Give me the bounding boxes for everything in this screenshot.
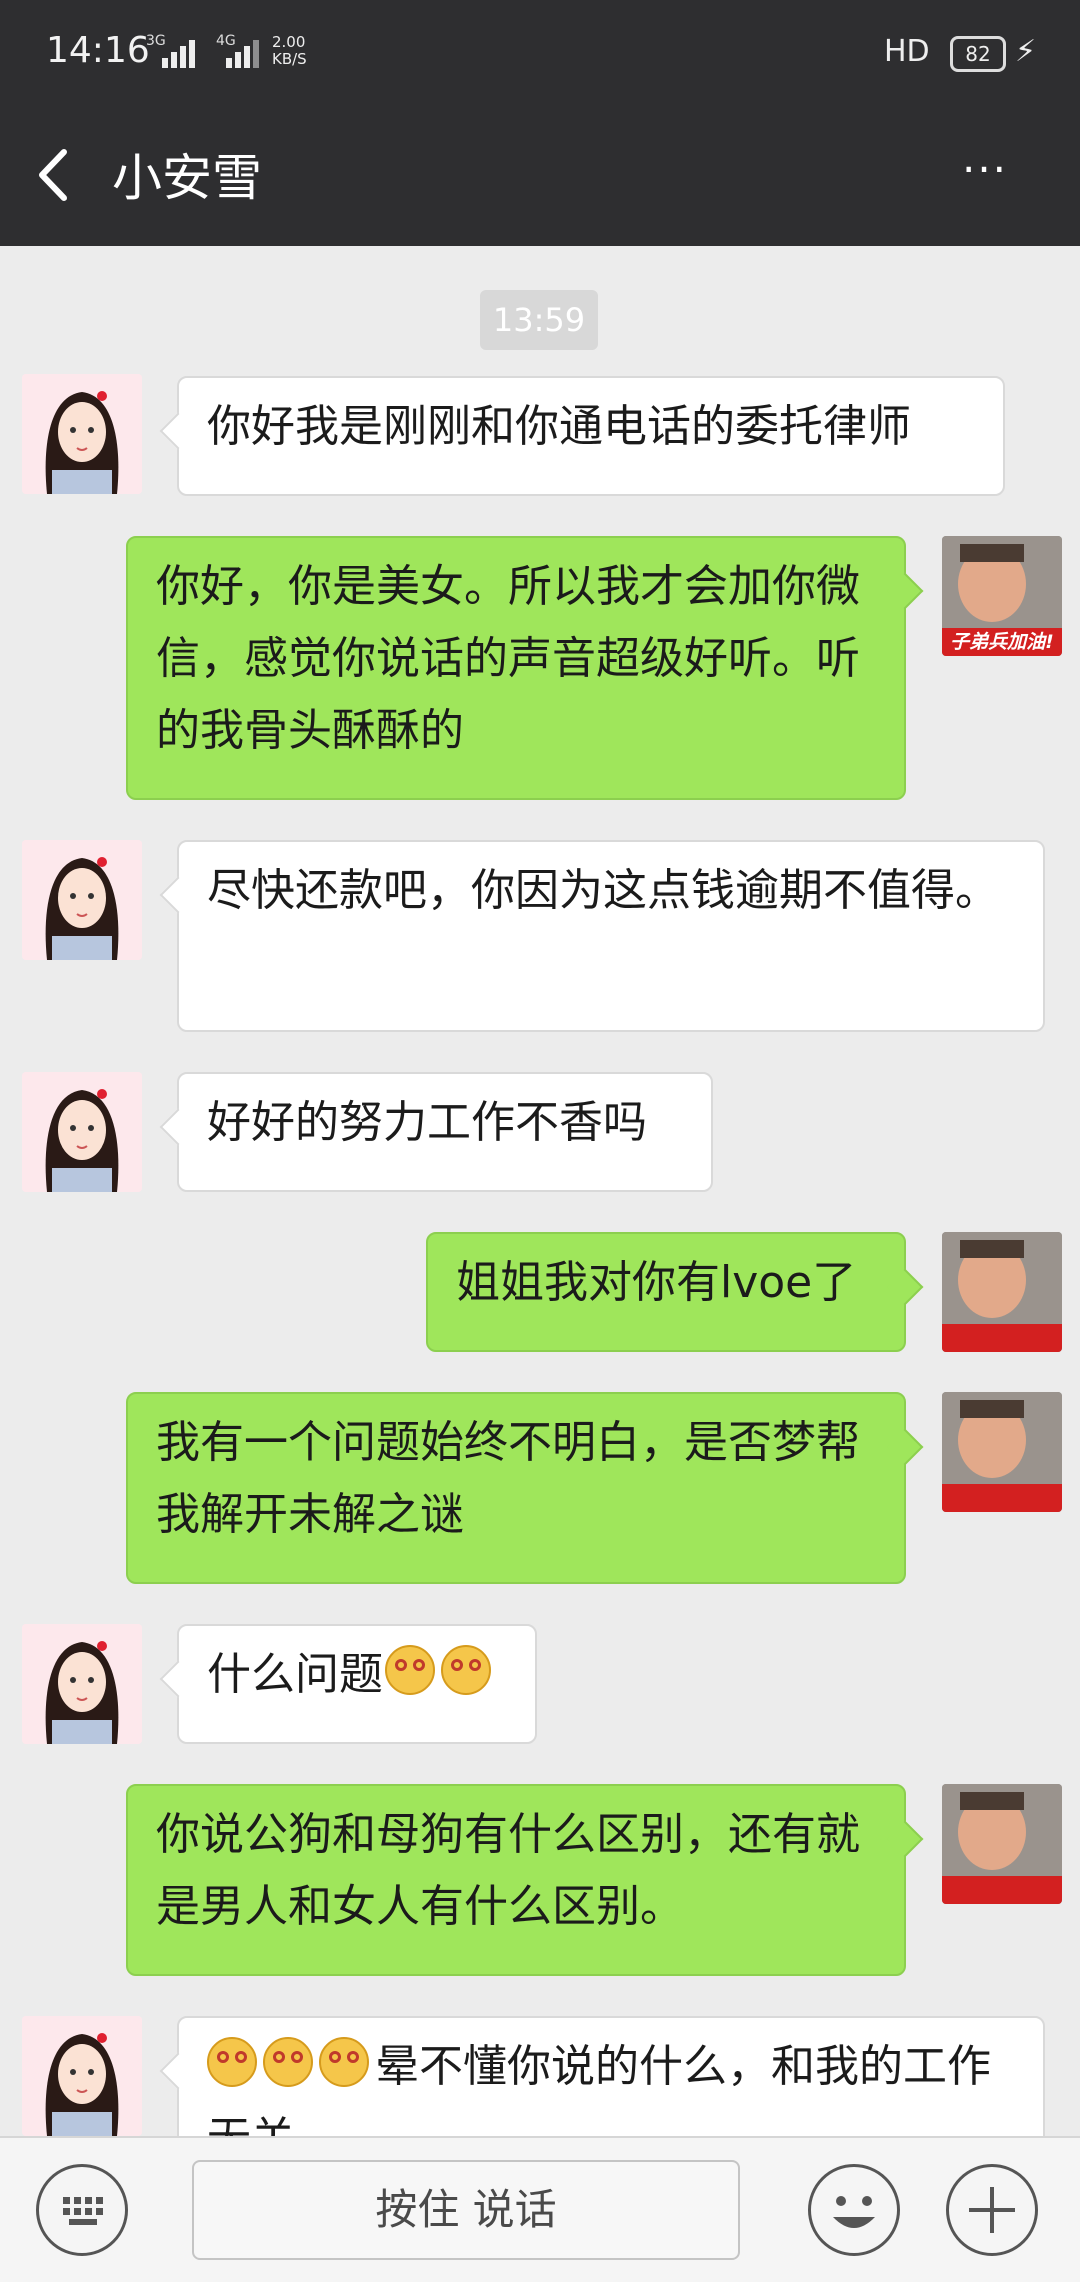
back-arrow-icon	[39, 149, 67, 201]
contact-avatar[interactable]	[22, 374, 142, 494]
network-speed-unit: KB/S	[272, 50, 307, 68]
user-avatar-icon	[942, 1232, 1062, 1352]
my-avatar[interactable]	[942, 1392, 1062, 1512]
contact-avatar[interactable]	[22, 2016, 142, 2136]
top-bar: 14:16 3G 4G 2.00 KB/S HD 82 ⚡ 小安雪 ···	[0, 0, 1080, 246]
message-text: 尽快还款吧，你因为这点钱逾期不值得。	[207, 865, 999, 916]
message-text: 好好的努力工作不香吗	[207, 1097, 647, 1148]
girl-avatar-icon	[22, 2016, 142, 2136]
status-time: 14:16	[46, 30, 150, 71]
signal-bars-icon	[162, 36, 202, 68]
battery-icon: 82	[950, 36, 1006, 72]
message-text: 你好，你是美女。所以我才会加你微信，感觉你说话的声音超级好听。听的我骨头酥酥的	[156, 561, 860, 756]
user-avatar-icon	[942, 1784, 1062, 1904]
title-bar: 小安雪 ···	[0, 110, 1080, 246]
my-avatar[interactable]	[942, 1784, 1062, 1904]
plus-icon	[969, 2187, 1015, 2233]
message-bubble[interactable]: 尽快还款吧，你因为这点钱逾期不值得。	[177, 840, 1045, 1032]
message-bubble[interactable]: 姐姐我对你有lvoe了	[426, 1232, 906, 1352]
message-bubble[interactable]: 你说公狗和母狗有什么区别，还有就是男人和女人有什么区别。	[126, 1784, 906, 1976]
girl-avatar-icon	[22, 1624, 142, 1744]
message-bubble[interactable]: 你好，你是美女。所以我才会加你微信，感觉你说话的声音超级好听。听的我骨头酥酥的	[126, 536, 906, 800]
message-text: 什么问题	[207, 1649, 383, 1700]
dizzy-emoji-icon	[207, 2037, 257, 2087]
message-bubble[interactable]: 晕不懂你说的什么，和我的工作无关	[177, 2016, 1045, 2136]
contact-avatar[interactable]	[22, 840, 142, 960]
message-bubble[interactable]: 你好我是刚刚和你通电话的委托律师	[177, 376, 1005, 496]
dizzy-emoji-icon	[263, 2037, 313, 2087]
message-text: 你说公狗和母狗有什么区别，还有就是男人和女人有什么区别。	[156, 1809, 860, 1932]
network-speed: 2.00 KB/S	[272, 34, 307, 68]
user-avatar-icon	[942, 1392, 1062, 1512]
charging-icon: ⚡	[1015, 34, 1037, 69]
girl-avatar-icon	[22, 840, 142, 960]
message-bubble[interactable]: 什么问题	[177, 1624, 537, 1744]
more-options-button[interactable]: ···	[950, 140, 1020, 210]
chat-area[interactable]: 13:59 你好我是刚刚和你通电话的委托律师 子弟兵加油! 你好，你是美女。所以…	[0, 246, 1080, 2136]
my-avatar-caption: 子弟兵加油!	[942, 628, 1062, 656]
message-text: 姐姐我对你有lvoe了	[456, 1257, 857, 1308]
contact-avatar[interactable]	[22, 1624, 142, 1744]
contact-avatar[interactable]	[22, 1072, 142, 1192]
keyboard-icon	[63, 2197, 103, 2225]
dizzy-emoji-icon	[319, 2037, 369, 2087]
dizzy-emoji-icon	[385, 1645, 435, 1695]
signal-bars-icon-2	[226, 36, 266, 68]
back-button[interactable]	[30, 140, 90, 210]
girl-avatar-icon	[22, 374, 142, 494]
hd-indicator: HD	[884, 34, 930, 69]
chat-input-bar: 按住 说话	[0, 2136, 1080, 2282]
more-functions-button[interactable]	[946, 2164, 1038, 2256]
network-speed-value: 2.00	[272, 33, 306, 51]
dizzy-emoji-icon	[441, 1645, 491, 1695]
keyboard-toggle-button[interactable]	[36, 2164, 128, 2256]
chat-title: 小安雪	[112, 149, 262, 207]
message-bubble[interactable]: 好好的努力工作不香吗	[177, 1072, 713, 1192]
more-dots-icon: ···	[961, 145, 1009, 194]
message-timestamp: 13:59	[480, 290, 598, 350]
my-avatar[interactable]	[942, 1232, 1062, 1352]
status-bar: 14:16 3G 4G 2.00 KB/S HD 82 ⚡	[0, 0, 1080, 110]
avatar-caption-text: 子弟兵加油!	[950, 631, 1054, 653]
message-bubble[interactable]: 我有一个问题始终不明白，是否梦帮我解开未解之谜	[126, 1392, 906, 1584]
battery-level: 82	[965, 42, 991, 66]
smiley-icon	[833, 2196, 875, 2228]
message-text: 你好我是刚刚和你通电话的委托律师	[207, 401, 911, 452]
hold-to-talk-button[interactable]: 按住 说话	[192, 2160, 740, 2260]
emoji-button[interactable]	[808, 2164, 900, 2256]
message-text: 我有一个问题始终不明白，是否梦帮我解开未解之谜	[156, 1417, 860, 1540]
girl-avatar-icon	[22, 1072, 142, 1192]
